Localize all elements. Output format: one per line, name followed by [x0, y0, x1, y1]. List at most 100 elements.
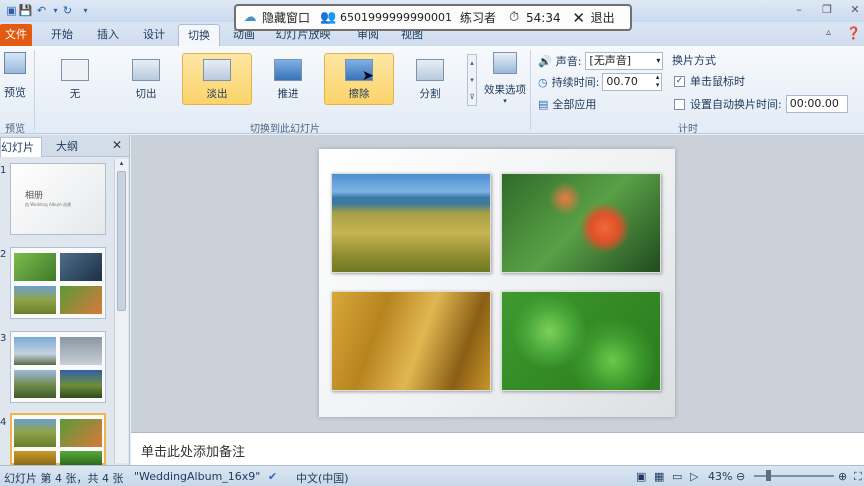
thumb-photo [14, 286, 56, 314]
auto-after-value: 00:00.00 [789, 97, 839, 110]
normal-view-icon[interactable]: ▣ [636, 470, 646, 483]
zoom-in-icon[interactable]: ⊕ [838, 470, 847, 483]
preview-icon [4, 52, 26, 74]
minimize-ribbon-icon[interactable]: ▵ [826, 27, 831, 38]
slide-thumbnail-1[interactable]: 相册 由 Wedding Album 创建 [10, 163, 106, 235]
zoom-level[interactable]: 43% [708, 470, 732, 483]
close-icon[interactable]: ✕ [112, 138, 122, 152]
status-bar: 幻灯片 第 4 张，共 4 张 "WeddingAlbum_16x9" ✔ 中文… [0, 465, 864, 486]
photo-golden-grass[interactable] [331, 291, 491, 391]
transition-fade-icon [203, 59, 231, 81]
sound-select[interactable]: [无声音] ▾ [585, 52, 664, 70]
transition-none[interactable]: 无 [40, 53, 110, 105]
language[interactable]: 中文(中国) [296, 470, 349, 486]
hide-window-button[interactable]: ☁ 隐藏窗口 [242, 9, 311, 26]
tab-design[interactable]: 设计 [136, 24, 172, 46]
slide-sorter-icon[interactable]: ▦ [654, 470, 664, 483]
duration-input[interactable]: 00.70 ▴ ▾ [602, 73, 663, 91]
slide-thumbnail-3[interactable] [10, 331, 106, 403]
slideshow-icon[interactable]: ▷ [690, 470, 698, 483]
fit-window-icon[interactable]: ⛶ [854, 470, 862, 484]
theme-name: "WeddingAlbum_16x9" [134, 470, 261, 483]
on-click-checkbox[interactable]: ✓ [674, 75, 685, 87]
spellcheck-icon[interactable]: ✔ [268, 470, 277, 483]
photo-red-flowers[interactable] [501, 173, 661, 273]
transition-split-icon [416, 59, 444, 81]
apply-all-button[interactable]: ▤ 全部应用 [538, 96, 596, 112]
thumb-photo [60, 370, 102, 398]
thumb-photo [60, 253, 102, 281]
transition-none-icon [61, 59, 89, 81]
customize-qat-icon[interactable]: ▾ [78, 3, 93, 18]
transition-none-label: 无 [69, 88, 81, 100]
help-icon[interactable]: ❓ [846, 26, 861, 40]
panel-tabs: 幻灯片 大纲 ✕ [0, 135, 129, 157]
candidate-info: 👥 6501999999990001 练习者 [320, 9, 496, 26]
tab-transitions[interactable]: 切换 [178, 24, 220, 46]
zoom-out-icon[interactable]: ⊖ [736, 470, 745, 483]
timing-group-label: 计时 [678, 124, 698, 135]
save-icon[interactable]: 💾 [18, 3, 33, 18]
slide-info: 幻灯片 第 4 张，共 4 张 [4, 472, 124, 485]
app-icon[interactable]: ▣ [4, 3, 19, 18]
transition-fade[interactable]: 淡出 [182, 53, 252, 105]
timer-value: 54:34 [526, 10, 561, 25]
redo-icon[interactable]: ↻ [60, 3, 75, 18]
scroll-thumb[interactable] [117, 171, 126, 311]
sound-value: [无声音] [589, 54, 632, 67]
minimize-icon[interactable]: – [790, 2, 808, 18]
thumb-photo [14, 337, 56, 365]
exit-button[interactable]: ✕ 退出 [571, 8, 615, 27]
undo-icon[interactable]: ↶ [34, 3, 49, 18]
photo-clover[interactable] [501, 291, 661, 391]
auto-after-input[interactable]: 00:00.00 [785, 95, 848, 113]
notes-placeholder: 单击此处添加备注 [141, 445, 246, 460]
slide-thumbnail-4[interactable] [10, 413, 106, 465]
effect-options-button[interactable]: 效果选项 ▾ [482, 52, 528, 105]
notes-pane[interactable]: 单击此处添加备注 [131, 432, 864, 465]
apply-all-label: 全部应用 [552, 98, 597, 111]
slide1-title: 相册 [25, 191, 44, 201]
scroll-up-icon[interactable]: ▴ [115, 159, 128, 167]
transition-wipe[interactable]: 擦除 [324, 53, 394, 105]
slide-number: 2 [0, 249, 7, 260]
duration-value: 00.70 [606, 75, 638, 88]
reading-view-icon[interactable]: ▭ [672, 470, 682, 483]
tab-slides[interactable]: 幻灯片 [0, 137, 42, 157]
thumb-photo [60, 337, 102, 365]
spinner-icon[interactable]: ▴ ▾ [656, 73, 660, 89]
tab-outline[interactable]: 大纲 [56, 137, 86, 157]
transition-group-label: 切换到此幻灯片 [250, 124, 320, 135]
preview-group-label: 预览 [5, 124, 25, 135]
cloud-icon: ☁ [243, 9, 257, 25]
panel-scrollbar[interactable]: ▴ [114, 159, 128, 463]
auto-after-checkbox[interactable] [674, 98, 685, 110]
photo-grass-hill[interactable] [331, 173, 491, 273]
tab-file[interactable]: 文件 [0, 24, 32, 46]
group-separator [530, 50, 531, 130]
duration-label: 持续时间: [551, 76, 600, 89]
exam-toolbar: ☁ 隐藏窗口 👥 6501999999990001 练习者 ⏱ 54:34 ✕ … [234, 4, 632, 31]
restore-icon[interactable]: ❐ [818, 2, 836, 18]
chevron-down-icon: ▾ [503, 97, 507, 105]
transition-push[interactable]: 推进 [253, 53, 323, 105]
tab-insert[interactable]: 插入 [90, 24, 126, 46]
zoom-slider-thumb[interactable] [766, 470, 771, 481]
preview-button[interactable]: 预览 [0, 52, 30, 100]
gallery-scroll[interactable]: ▴ ▾ ⊽ [467, 54, 477, 106]
thumb-photo [14, 253, 56, 281]
transition-split-label: 分割 [419, 88, 441, 100]
slide-thumbnail-2[interactable] [10, 247, 106, 319]
advance-title: 换片方式 [672, 54, 716, 67]
clock-icon: ⏱ [508, 9, 520, 25]
tab-home[interactable]: 开始 [44, 24, 80, 46]
zoom-slider[interactable] [754, 470, 834, 481]
thumb-photo [14, 419, 56, 447]
current-slide[interactable] [319, 149, 675, 417]
close-icon: ✕ [572, 8, 585, 27]
close-icon[interactable]: ✕ [846, 2, 864, 18]
clock-icon: ◷ [538, 75, 548, 89]
transition-split[interactable]: 分割 [395, 53, 465, 105]
exit-label: 退出 [590, 11, 615, 25]
transition-cut[interactable]: 切出 [111, 53, 181, 105]
